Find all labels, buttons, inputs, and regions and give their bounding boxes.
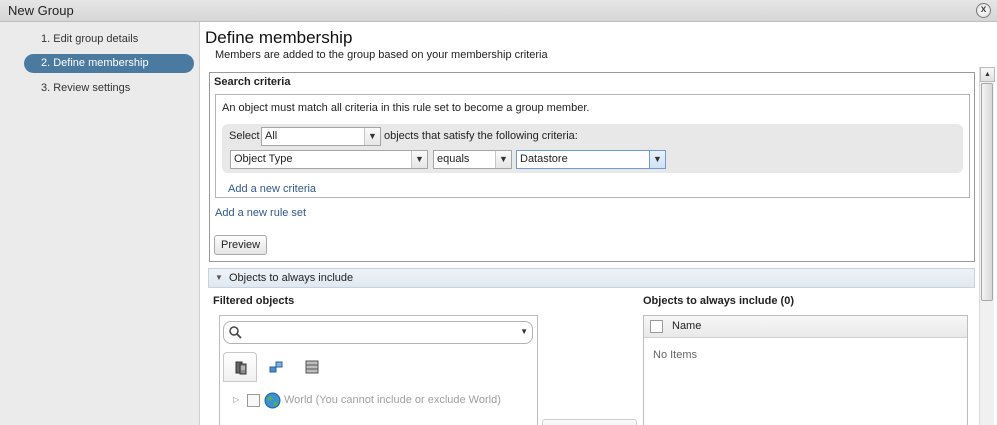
always-include-section-toggle[interactable]: ▼ Objects to always include [208,268,975,288]
chevron-down-icon[interactable]: ▼ [520,327,528,336]
tree-item-label: World (You cannot include or exclude Wor… [284,394,501,406]
step-edit-group-details[interactable]: 1. Edit group details [24,30,194,49]
tree-item-world: ▷ World (You cannot include or exclude W… [233,392,523,410]
window-title: New Group [8,3,74,18]
scroll-up-icon[interactable]: ▲ [980,67,995,82]
rule-row-container: Select All ▼ objects that satisfy the fo… [222,124,963,173]
criteria-property-value: Object Type [234,153,293,165]
filtered-objects-panel: ▼ ▷ World (You cannot include or exclude… [219,315,538,425]
networks-icon [269,361,283,373]
tab-networks[interactable] [259,352,293,382]
chevron-down-icon: ▼ [364,128,380,145]
main-panel: Define membership Members are added to t… [200,22,997,425]
page-subtitle: Members are added to the group based on … [215,49,548,61]
select-all-checkbox[interactable] [650,320,663,333]
collapse-triangle-icon: ▼ [215,273,223,282]
add-new-rule-set-link[interactable]: Add a new rule set [215,207,306,219]
always-include-section-label: Objects to always include [229,272,354,284]
object-type-tabs [223,352,533,382]
column-name-header[interactable]: Name [672,320,701,332]
search-icon [229,326,242,339]
criteria-value-text: Datastore [520,153,568,165]
search-criteria-header: Search criteria [214,76,291,88]
scrollbar-thumb[interactable] [981,83,993,301]
tab-hosts-clusters[interactable] [223,352,257,382]
match-mode-value: All [265,130,278,142]
chevron-down-icon: ▼ [411,151,427,168]
rule-set: An object must match all criteria in thi… [215,94,970,198]
search-criteria-panel: Search criteria An object must match all… [209,72,975,262]
filtered-objects-header: Filtered objects [213,295,295,307]
rule-set-description: An object must match all criteria in thi… [222,102,590,114]
step-define-membership[interactable]: 2. Define membership [24,54,194,73]
move-button[interactable] [542,419,637,425]
chevron-down-icon: ▼ [495,151,511,168]
select-suffix-label: objects that satisfy the following crite… [384,130,578,142]
storage-icon [305,360,319,374]
globe-icon [264,392,281,409]
preview-button[interactable]: Preview [214,235,268,255]
select-label: Select [229,130,260,142]
wizard-sidebar: 1. Edit group details 2. Define membersh… [0,22,200,425]
close-icon[interactable]: x [976,3,991,18]
tree-item-checkbox [247,394,260,407]
step-review-settings[interactable]: 3. Review settings [24,79,194,98]
criteria-operator-select[interactable]: equals ▼ [433,150,512,169]
page-title: Define membership [205,28,353,47]
always-include-list: Name No Items [643,315,968,425]
vertical-scrollbar[interactable]: ▲ [979,67,995,425]
always-include-header: Objects to always include (0) [643,295,794,307]
tab-storage[interactable] [295,352,329,382]
chevron-down-icon: ▼ [649,151,665,168]
add-new-criteria-link[interactable]: Add a new criteria [228,183,316,195]
hosts-clusters-icon [235,361,247,375]
criteria-operator-value: equals [437,153,470,165]
match-mode-select[interactable]: All ▼ [261,127,381,146]
empty-list-message: No Items [653,349,698,361]
criteria-property-select[interactable]: Object Type ▼ [230,150,428,169]
list-column-header: Name [644,316,967,338]
filter-search-input[interactable]: ▼ [223,321,533,344]
expand-arrow-icon[interactable]: ▷ [233,395,239,404]
criteria-value-combobox[interactable]: Datastore ▼ [516,150,666,169]
window-titlebar: New Group x [0,0,997,22]
